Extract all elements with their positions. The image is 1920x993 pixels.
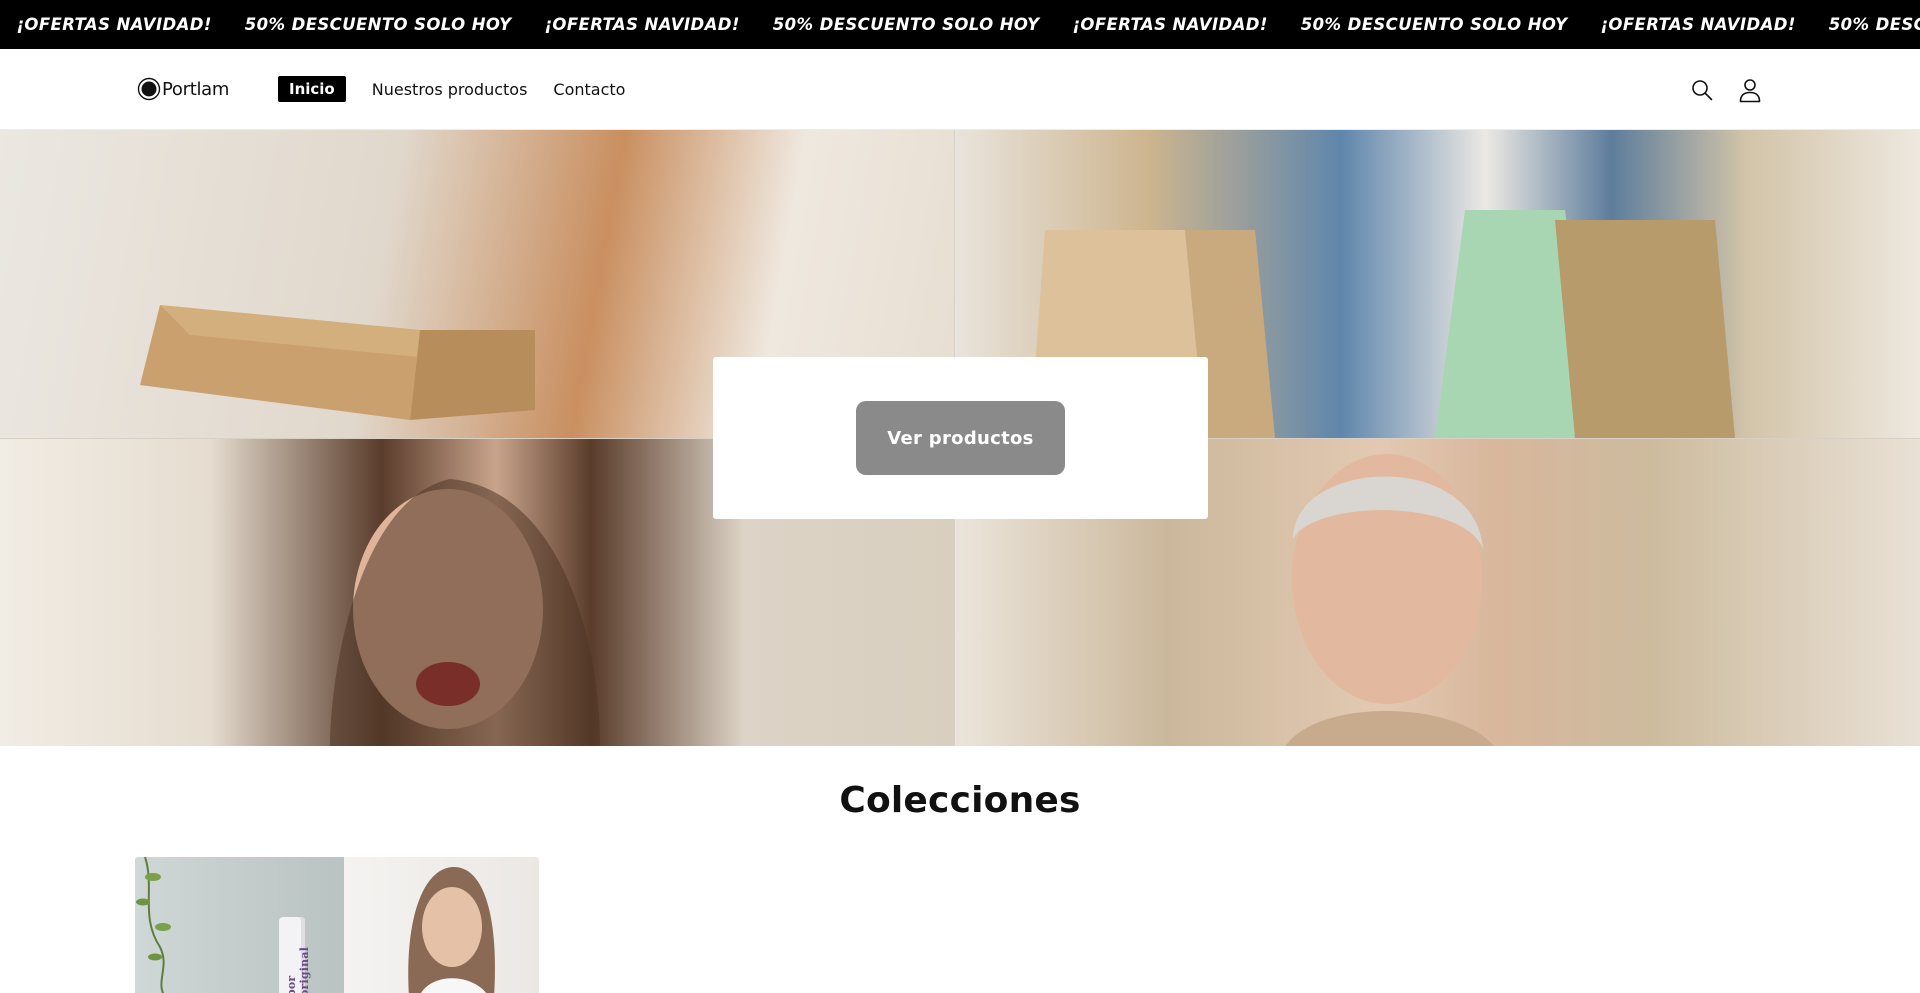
announcement-item: 50% DESCUENTO SOLO HOY (772, 15, 1040, 34)
collections-title: Colecciones (839, 780, 1081, 821)
account-icon (1739, 79, 1761, 103)
logo[interactable]: Portlam (137, 76, 229, 102)
nav-item-inicio[interactable]: Inicio (278, 76, 346, 102)
hero-cta-card: Ver productos (713, 357, 1208, 519)
announcement-item: ¡OFERTAS NAVIDAD! (544, 15, 740, 34)
announcement-item: 50% DESCUENTO SOLO HO (1828, 15, 1920, 34)
logo-mark-icon (137, 77, 161, 101)
site-header: Portlam Inicio Nuestros productos Contac… (0, 49, 1920, 130)
main-nav: Inicio Nuestros productos Contacto (278, 74, 651, 104)
hero-banner: Ver productos (0, 130, 1920, 746)
collection-card[interactable]: por original (135, 857, 539, 993)
collection-image-right (344, 857, 539, 993)
announcement-item: ¡OFERTAS NAVIDAD! (1072, 15, 1268, 34)
nav-item-nuestros-productos[interactable]: Nuestros productos (372, 76, 528, 103)
view-products-button[interactable]: Ver productos (856, 401, 1065, 475)
announcement-item: ¡OFERTAS NAVIDAD! (16, 15, 212, 34)
plant-illustration (136, 857, 171, 993)
product-tube-label: por original (285, 946, 311, 993)
announcement-bar: ¡OFERTAS NAVIDAD! 50% DESCUENTO SOLO HOY… (0, 0, 1920, 49)
search-icon (1692, 80, 1713, 101)
collection-image-left: por original (135, 857, 344, 993)
logo-text: Portlam (162, 78, 230, 100)
announcement-item: ¡OFERTAS NAVIDAD! (1600, 15, 1796, 34)
woman-portrait-illustration (408, 867, 495, 993)
nav-item-contacto[interactable]: Contacto (553, 76, 625, 103)
announcement-track: ¡OFERTAS NAVIDAD! 50% DESCUENTO SOLO HOY… (0, 0, 1920, 49)
account-button[interactable] (1736, 76, 1764, 104)
header-icons (1688, 76, 1784, 104)
search-button[interactable] (1688, 76, 1716, 104)
announcement-item: 50% DESCUENTO SOLO HOY (1300, 15, 1568, 34)
announcement-item: 50% DESCUENTO SOLO HOY (244, 15, 512, 34)
